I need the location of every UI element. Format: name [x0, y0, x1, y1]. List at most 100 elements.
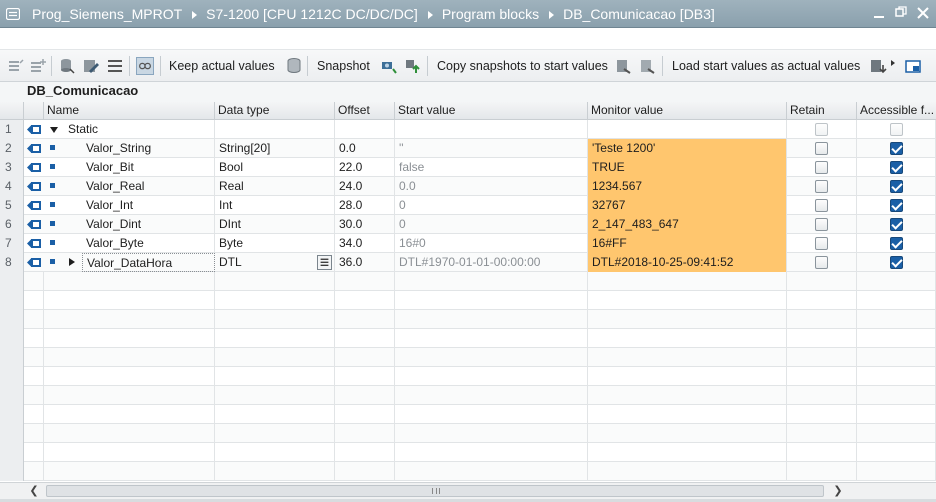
column-header-data-type[interactable]: Data type — [215, 102, 335, 120]
column-header-name[interactable]: Name — [44, 102, 215, 120]
more-arrow-icon[interactable] — [889, 57, 897, 75]
retain-checkbox[interactable] — [815, 142, 828, 155]
row-start-value[interactable]: 0 — [395, 215, 588, 234]
row-start-value[interactable]: false — [395, 158, 588, 177]
accessible-checkbox[interactable] — [890, 123, 903, 136]
table-row[interactable]: 5 Valor_Int Int 28.0 0 32767 — [0, 196, 936, 215]
accessible-checkbox[interactable] — [890, 218, 903, 231]
retain-checkbox[interactable] — [815, 237, 828, 250]
row-name[interactable]: Static — [64, 120, 215, 139]
column-header-accessible[interactable]: Accessible f... — [857, 102, 936, 120]
accessible-checkbox[interactable] — [890, 161, 903, 174]
breadcrumb-project[interactable]: Prog_Siemens_MPROT — [32, 6, 182, 22]
row-name[interactable]: Valor_Real — [82, 177, 215, 196]
reset-start-values-icon[interactable] — [58, 57, 76, 75]
load-values-icon[interactable] — [869, 57, 887, 75]
element-marker-icon — [50, 145, 55, 150]
interface-tag-icon — [27, 220, 41, 229]
row-start-value[interactable]: DTL#1970-01-01-00:00:00 — [395, 253, 588, 272]
table-row[interactable]: 3 Valor_Bit Bool 22.0 false TRUE — [0, 158, 936, 177]
row-name[interactable]: Valor_Int — [82, 196, 215, 215]
retain-checkbox[interactable] — [815, 218, 828, 231]
toolbar: Keep actual values Snapshot Copy snapsho… — [0, 50, 936, 82]
row-start-value[interactable]: '' — [395, 139, 588, 158]
window-settings-icon[interactable] — [904, 57, 922, 75]
empty-row — [0, 310, 936, 329]
expand-arrow-icon[interactable] — [69, 258, 75, 266]
row-start-value[interactable]: 0.0 — [395, 177, 588, 196]
row-start-value[interactable] — [395, 120, 588, 139]
row-data-type[interactable]: Int — [215, 196, 335, 215]
table-row[interactable]: 4 Valor_Real Real 24.0 0.0 1234.567 — [0, 177, 936, 196]
collapse-arrow-icon[interactable] — [50, 127, 58, 133]
scroll-left-icon[interactable]: ❮ — [26, 484, 42, 499]
row-accessible-cell — [857, 139, 936, 158]
breadcrumb-program-blocks[interactable]: Program blocks — [442, 6, 539, 22]
row-name[interactable]: Valor_DataHora — [82, 253, 215, 272]
snapshot-arrow-icon[interactable] — [404, 57, 422, 75]
row-name[interactable]: Valor_Bit — [82, 158, 215, 177]
accessible-checkbox[interactable] — [890, 237, 903, 250]
row-start-value[interactable]: 16#0 — [395, 234, 588, 253]
load-start-values-button[interactable]: Load start values as actual values — [672, 59, 860, 73]
restore-icon[interactable] — [894, 5, 908, 21]
row-name[interactable]: Valor_String — [82, 139, 215, 158]
breadcrumb-block[interactable]: DB_Comunicacao [DB3] — [563, 6, 715, 22]
row-data-type[interactable]: Byte — [215, 234, 335, 253]
add-row-icon[interactable] — [29, 57, 47, 75]
table-row[interactable]: 2 Valor_String String[20] 0.0 '' 'Teste … — [0, 139, 936, 158]
retain-checkbox[interactable] — [815, 199, 828, 212]
accessible-checkbox[interactable] — [890, 256, 903, 269]
retain-checkbox[interactable] — [815, 123, 828, 136]
table-row[interactable]: 1 Static — [0, 120, 936, 139]
chevron-right-icon — [192, 10, 198, 19]
data-type-picker-icon[interactable] — [317, 255, 332, 270]
column-header-start-value[interactable]: Start value — [395, 102, 588, 120]
table-row[interactable]: 7 Valor_Byte Byte 34.0 16#0 16#FF — [0, 234, 936, 253]
row-data-type[interactable]: Bool — [215, 158, 335, 177]
retain-checkbox[interactable] — [815, 180, 828, 193]
edit-block-icon[interactable] — [82, 57, 100, 75]
table-row[interactable]: 6 Valor_Dint DInt 30.0 0 2_147_483_647 — [0, 215, 936, 234]
snapshot-button[interactable]: Snapshot — [317, 59, 370, 73]
minimize-icon[interactable] — [872, 5, 886, 21]
row-name[interactable]: Valor_Dint — [82, 215, 215, 234]
accessible-checkbox[interactable] — [890, 142, 903, 155]
row-data-type[interactable]: DInt — [215, 215, 335, 234]
window-menu-icon[interactable] — [6, 8, 20, 20]
column-header-retain[interactable]: Retain — [787, 102, 857, 120]
snapshot-camera-icon[interactable] — [380, 57, 398, 75]
keep-actual-values-button[interactable]: Keep actual values — [169, 59, 275, 73]
insert-row-icon[interactable] — [7, 57, 25, 75]
row-data-type[interactable]: String[20] — [215, 139, 335, 158]
column-header-monitor-value[interactable]: Monitor value — [588, 102, 787, 120]
scrollbar-thumb[interactable] — [46, 485, 824, 497]
horizontal-scrollbar[interactable]: ❮ ❯ — [24, 482, 936, 499]
row-name[interactable]: Valor_Byte — [82, 234, 215, 253]
empty-cell — [0, 348, 24, 367]
breadcrumb-device[interactable]: S7-1200 [CPU 1212C DC/DC/DC] — [206, 6, 418, 22]
column-header-offset[interactable]: Offset — [335, 102, 395, 120]
empty-cell — [787, 291, 857, 310]
database-icon[interactable] — [285, 57, 303, 75]
scroll-right-icon[interactable]: ❯ — [830, 484, 846, 499]
list-view-icon[interactable] — [106, 57, 124, 75]
retain-checkbox[interactable] — [815, 161, 828, 174]
retain-checkbox[interactable] — [815, 256, 828, 269]
row-offset: 0.0 — [335, 139, 395, 158]
close-icon[interactable] — [916, 5, 930, 21]
row-data-type[interactable] — [215, 120, 335, 139]
accessible-checkbox[interactable] — [890, 199, 903, 212]
row-number: 2 — [0, 139, 24, 158]
row-data-type[interactable]: Real — [215, 177, 335, 196]
empty-cell — [588, 329, 787, 348]
copy-setpoint-icon[interactable] — [639, 57, 657, 75]
table-row[interactable]: 8 Valor_DataHora DTL 36.0 DTL#1970-01-01… — [0, 253, 936, 272]
empty-cell — [395, 348, 588, 367]
row-start-value[interactable]: 0 — [395, 196, 588, 215]
accessible-checkbox[interactable] — [890, 180, 903, 193]
copy-snapshots-button[interactable]: Copy snapshots to start values — [437, 59, 608, 73]
monitor-all-icon[interactable] — [136, 57, 154, 75]
copy-to-start-icon[interactable] — [615, 57, 633, 75]
empty-cell — [787, 329, 857, 348]
